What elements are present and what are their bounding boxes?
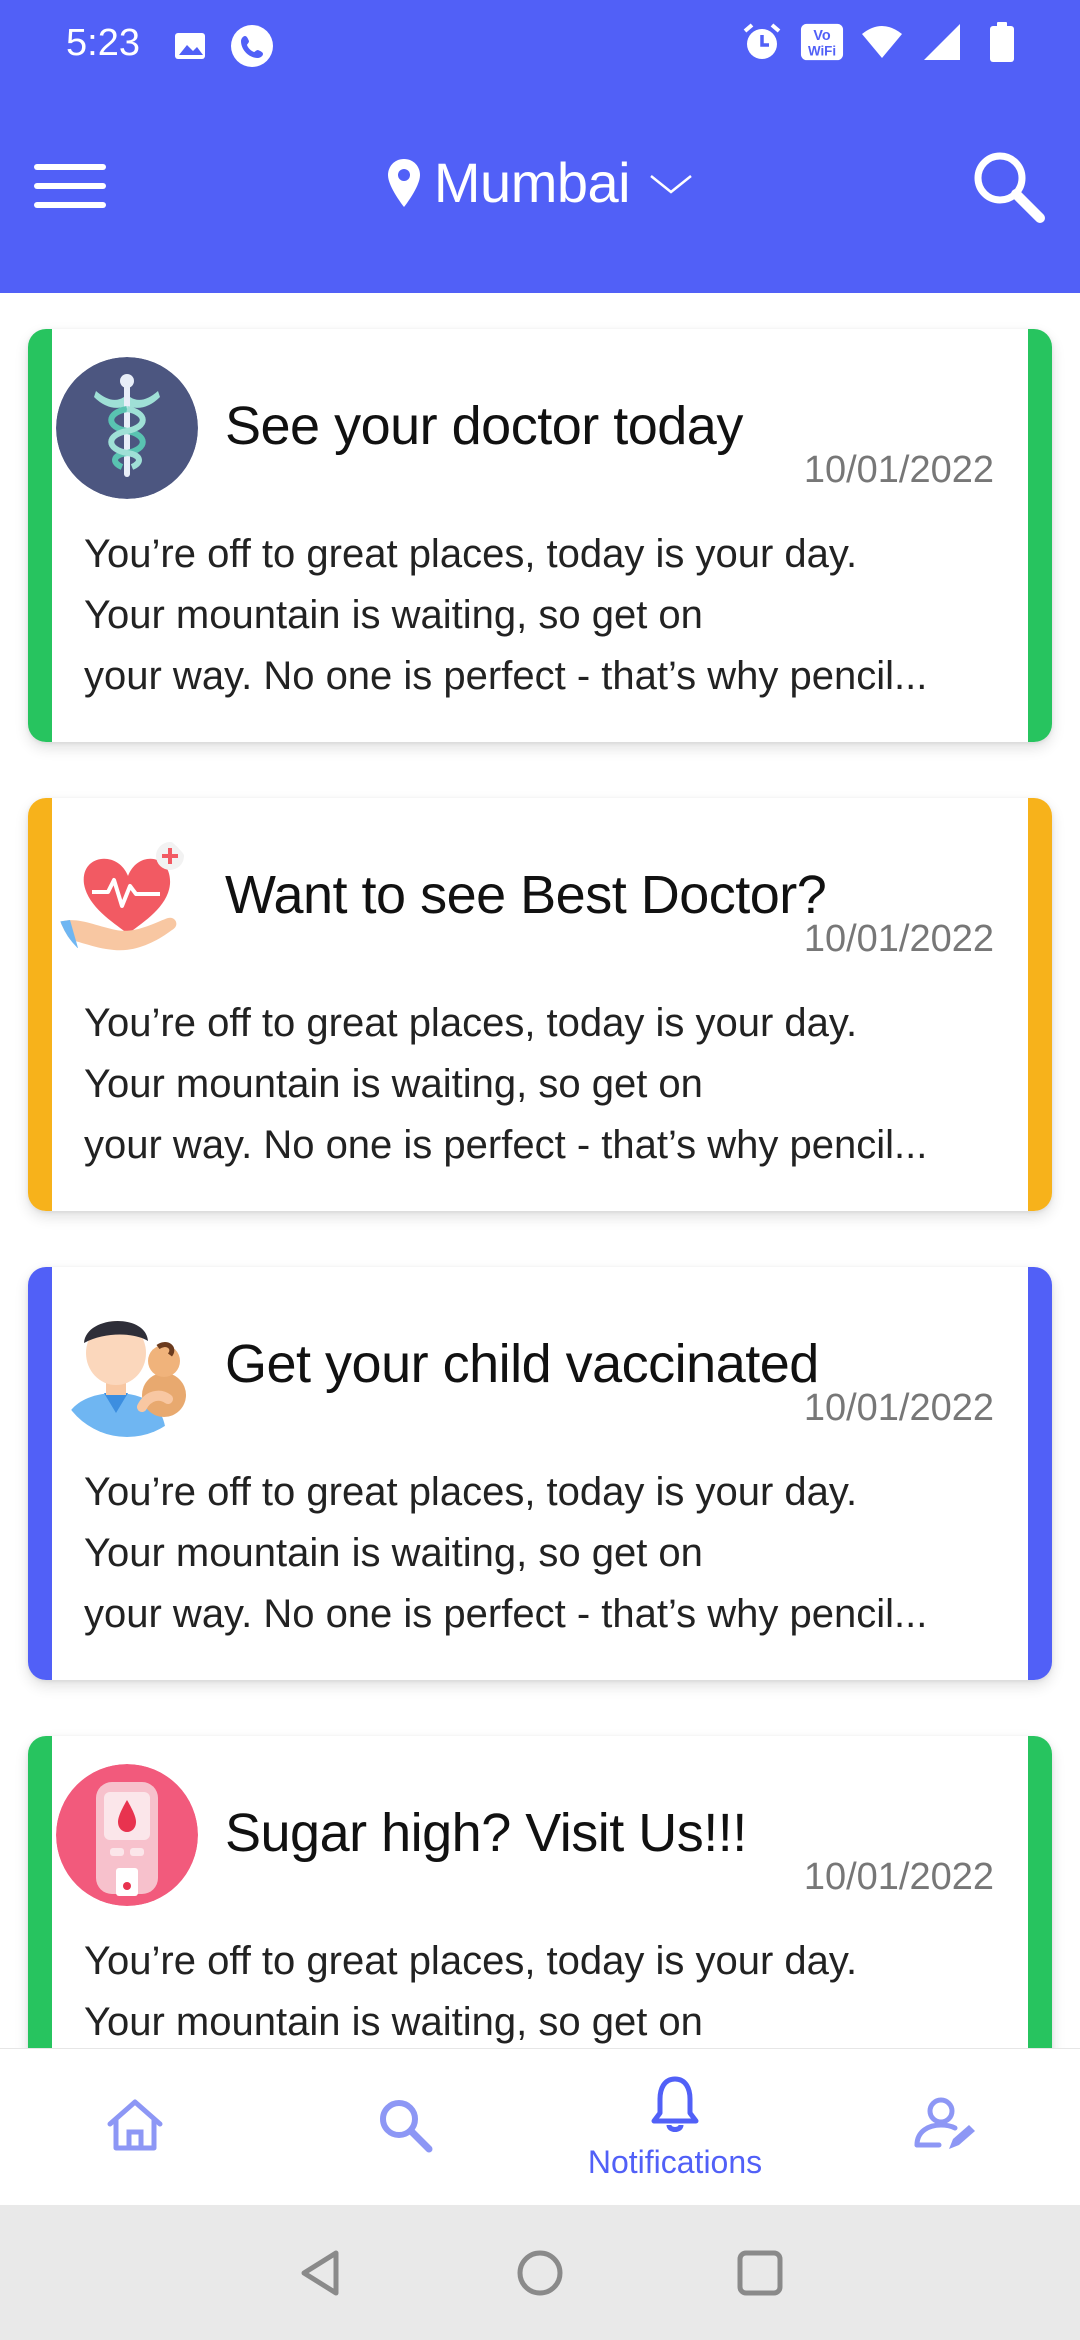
search-icon [375, 2095, 435, 2160]
card-accent-left [28, 1267, 52, 1680]
signal-icon [920, 20, 964, 64]
card-accent-right [1028, 798, 1052, 1211]
status-time: 5:23 [66, 22, 140, 64]
notification-card[interactable]: See your doctor today 10/01/2022 You’re … [28, 329, 1052, 742]
home-icon [104, 2096, 166, 2159]
svg-text:Vo: Vo [813, 28, 830, 44]
card-date: 10/01/2022 [803, 918, 994, 960]
home-circle-icon[interactable] [510, 2243, 570, 2303]
notification-card[interactable]: Get your child vaccinated 10/01/2022 You… [28, 1267, 1052, 1680]
top-app-bar: 5:23 Vo WiFi Mumbai [0, 0, 1080, 293]
heart-hand-icon [56, 826, 198, 968]
card-date: 10/01/2022 [803, 1856, 994, 1898]
back-icon[interactable] [292, 2243, 352, 2303]
card-body: You’re off to great places, today is you… [84, 1462, 1014, 1645]
card-body-line: You’re off to great places, today is you… [84, 1470, 858, 1514]
card-body-line: You’re off to great places, today is you… [84, 1939, 858, 1983]
card-body-line: Your mountain is waiting, so get on [84, 2000, 703, 2044]
card-body-line: Your mountain is waiting, so get on [84, 593, 703, 637]
location-selector[interactable]: Mumbai [0, 150, 1080, 215]
status-bar: 5:23 Vo WiFi [0, 0, 1080, 95]
card-title: Get your child vaccinated [225, 1334, 819, 1394]
card-body-line: your way. No one is perfect - that’s why… [84, 654, 928, 698]
nav-search[interactable] [315, 2049, 495, 2206]
card-date: 10/01/2022 [803, 1387, 994, 1429]
svg-text:WiFi: WiFi [808, 43, 836, 58]
card-body: You’re off to great places, today is you… [84, 1931, 1014, 2048]
nav-notifications-label: Notifications [587, 2143, 763, 2180]
battery-icon [980, 20, 1024, 64]
card-accent-left [28, 329, 52, 742]
recents-icon[interactable] [730, 2243, 790, 2303]
card-accent-left [28, 1736, 52, 2048]
card-title: Want to see Best Doctor? [225, 865, 827, 925]
card-body: You’re off to great places, today is you… [84, 524, 1014, 707]
notification-list[interactable]: See your doctor today 10/01/2022 You’re … [0, 293, 1080, 2048]
nav-home[interactable] [45, 2049, 225, 2206]
image-icon [168, 24, 212, 68]
card-body-line: You’re off to great places, today is you… [84, 1001, 858, 1045]
card-body-line: your way. No one is perfect - that’s why… [84, 1592, 928, 1636]
wifi-icon [860, 20, 904, 64]
card-title: Sugar high? Visit Us!!! [225, 1803, 747, 1863]
search-icon[interactable] [970, 148, 1046, 224]
caduceus-icon [56, 357, 198, 499]
notification-card[interactable]: Sugar high? Visit Us!!! 10/01/2022 You’r… [28, 1736, 1052, 2048]
location-pin-icon [386, 157, 422, 209]
card-body: You’re off to great places, today is you… [84, 993, 1014, 1176]
card-body-line: You’re off to great places, today is you… [84, 532, 858, 576]
bottom-navigation: Notifications [0, 2048, 1080, 2205]
bell-icon [650, 2075, 700, 2138]
card-accent-right [1028, 329, 1052, 742]
card-body-line: Your mountain is waiting, so get on [84, 1531, 703, 1575]
nav-notifications[interactable]: Notifications [585, 2049, 765, 2206]
parent-child-icon [56, 1295, 198, 1437]
system-navigation-bar [0, 2205, 1080, 2340]
app-bar: Mumbai [0, 110, 1080, 260]
card-accent-right [1028, 1736, 1052, 2048]
vowifi-icon: Vo WiFi [800, 20, 844, 64]
screen: 5:23 Vo WiFi Mumbai See your doctor toda… [0, 0, 1080, 2340]
card-body-line: Your mountain is waiting, so get on [84, 1062, 703, 1106]
phone-icon [230, 24, 274, 68]
card-date: 10/01/2022 [803, 449, 994, 491]
profile-edit-icon [913, 2095, 977, 2160]
card-accent-left [28, 798, 52, 1211]
chevron-down-icon [648, 168, 694, 198]
card-accent-right [1028, 1267, 1052, 1680]
glucometer-icon [56, 1764, 198, 1906]
nav-profile[interactable] [855, 2049, 1035, 2206]
card-title: See your doctor today [225, 396, 743, 456]
notification-card[interactable]: Want to see Best Doctor? 10/01/2022 You’… [28, 798, 1052, 1211]
alarm-icon [740, 20, 784, 64]
card-body-line: your way. No one is perfect - that’s why… [84, 1123, 928, 1167]
location-label: Mumbai [433, 151, 631, 214]
